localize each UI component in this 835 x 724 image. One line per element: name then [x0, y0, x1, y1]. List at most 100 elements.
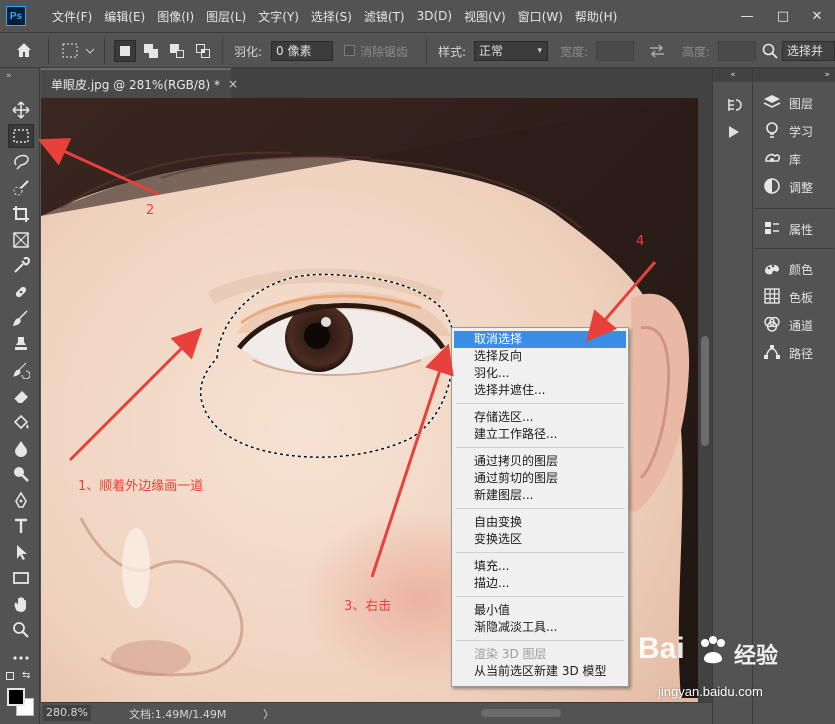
context-menu-item[interactable]: 描边...: [454, 575, 626, 592]
menu-help[interactable]: 帮助(H): [569, 8, 623, 25]
feather-input[interactable]: 0 像素: [271, 41, 333, 61]
height-input[interactable]: [718, 41, 756, 61]
new-selection-button[interactable]: [114, 40, 136, 62]
panel-color[interactable]: 颜色: [753, 256, 835, 282]
adjustments-icon: [763, 177, 781, 198]
dock-collapse-icon[interactable]: »: [753, 68, 835, 82]
frame-tool-icon[interactable]: [8, 228, 34, 252]
menu-layer[interactable]: 图层(L): [200, 8, 252, 25]
maximize-button[interactable]: □: [768, 0, 798, 32]
color-swatches[interactable]: ⇆: [6, 670, 36, 720]
history-brush-tool-icon[interactable]: [8, 358, 34, 382]
path-selection-tool-icon[interactable]: [8, 540, 34, 564]
search-icon[interactable]: [762, 43, 778, 62]
crop-tool-icon[interactable]: [8, 202, 34, 226]
status-menu-arrow[interactable]: 〉: [263, 706, 274, 722]
panel-swatches[interactable]: 色板: [753, 284, 835, 310]
panel-channels[interactable]: 通道: [753, 312, 835, 338]
collapse-tools-icon[interactable]: »: [6, 71, 12, 81]
minimize-button[interactable]: —: [732, 0, 762, 32]
panel-collapse-icon[interactable]: «: [713, 68, 753, 82]
brush-tool-icon[interactable]: [8, 306, 34, 330]
foreground-color-swatch[interactable]: [7, 688, 25, 706]
rectangle-tool-icon[interactable]: [8, 566, 34, 590]
close-button[interactable]: ✕: [802, 0, 832, 32]
antialias-checkbox[interactable]: [344, 45, 355, 56]
history-icon[interactable]: [725, 96, 743, 117]
zoom-tool-icon[interactable]: [8, 618, 34, 642]
menu-file[interactable]: 文件(F): [46, 8, 98, 25]
status-bar: 280.8% 文档:1.49M/1.49M 〉: [41, 702, 712, 724]
blur-tool-icon[interactable]: [8, 436, 34, 460]
healing-brush-tool-icon[interactable]: [8, 280, 34, 304]
lasso-tool-icon[interactable]: [8, 150, 34, 174]
panel-properties[interactable]: 属性: [753, 216, 835, 242]
context-menu-item[interactable]: 选择反向: [454, 348, 626, 365]
pen-tool-icon[interactable]: [8, 488, 34, 512]
marquee-preset-icon[interactable]: [60, 41, 96, 64]
menu-edit[interactable]: 编辑(E): [98, 8, 151, 25]
document-tab[interactable]: 单眼皮.jpg @ 281%(RGB/8) * ×: [41, 68, 238, 98]
context-menu-item[interactable]: 填充...: [454, 558, 626, 575]
swap-icon[interactable]: [648, 43, 666, 62]
context-menu-item[interactable]: 新建图层...: [454, 487, 626, 504]
libraries-icon: [763, 149, 781, 170]
panel-libraries[interactable]: 库: [753, 146, 835, 172]
type-tool-icon[interactable]: [8, 514, 34, 538]
context-menu-item[interactable]: 存储选区...: [454, 409, 626, 426]
watermark-suffix: 经验: [734, 644, 779, 669]
context-menu-item[interactable]: 羽化...: [454, 365, 626, 382]
context-menu-item[interactable]: 通过剪切的图层: [454, 470, 626, 487]
panel-adjustments[interactable]: 调整: [753, 174, 835, 200]
options-bar: 羽化: 0 像素 消除锯齿 样式: 正常 ▾ 宽度: 高度: 选择并: [0, 32, 835, 68]
vertical-scrollbar[interactable]: [698, 98, 712, 702]
document-size[interactable]: 文档:1.49M/1.49M: [129, 706, 226, 722]
marquee-tool-icon[interactable]: [8, 124, 34, 148]
menu-filter[interactable]: 滤镜(T): [358, 8, 411, 25]
context-menu-item[interactable]: 最小值: [454, 602, 626, 619]
dodge-tool-icon[interactable]: [8, 462, 34, 486]
scrollbar-thumb[interactable]: [701, 336, 709, 446]
menu-image[interactable]: 图像(I): [151, 8, 200, 25]
more-tools-icon[interactable]: [8, 646, 34, 670]
select-and-mask-button[interactable]: 选择并: [782, 41, 835, 61]
context-menu-item[interactable]: 自由变换: [454, 514, 626, 531]
menu-3d[interactable]: 3D(D): [411, 9, 458, 23]
menu-select[interactable]: 选择(S): [305, 8, 358, 25]
paint-bucket-tool-icon[interactable]: [8, 410, 34, 434]
context-menu-item[interactable]: 从当前选区新建 3D 模型: [454, 663, 626, 680]
context-menu-item[interactable]: 选择并遮住...: [454, 382, 626, 399]
context-menu-item[interactable]: 渐隐减淡工具...: [454, 619, 626, 636]
context-menu-item[interactable]: 取消选择: [454, 331, 626, 348]
width-input[interactable]: [596, 41, 634, 61]
panel-learn[interactable]: 学习: [753, 118, 835, 144]
default-colors-icon[interactable]: [6, 672, 14, 680]
eyedropper-tool-icon[interactable]: [8, 254, 34, 278]
intersect-selection-button[interactable]: [192, 40, 214, 62]
menu-type[interactable]: 文字(Y): [252, 8, 305, 25]
context-menu-item[interactable]: 建立工作路径...: [454, 426, 626, 443]
zoom-level[interactable]: 280.8%: [43, 705, 91, 721]
learn-icon: [763, 121, 781, 142]
horizontal-scrollbar-thumb[interactable]: [481, 709, 561, 717]
menu-view[interactable]: 视图(V): [458, 8, 512, 25]
home-icon[interactable]: [14, 40, 34, 63]
move-tool-icon[interactable]: [8, 98, 34, 122]
close-tab-icon[interactable]: ×: [228, 77, 238, 91]
quick-selection-tool-icon[interactable]: [8, 176, 34, 200]
play-actions-icon[interactable]: [727, 124, 741, 143]
hand-tool-icon[interactable]: [8, 592, 34, 616]
panel-layers[interactable]: 图层: [753, 90, 835, 116]
context-menu-item[interactable]: 变换选区: [454, 531, 626, 548]
swap-colors-icon[interactable]: ⇆: [22, 670, 30, 681]
panel-divider: [755, 208, 834, 209]
add-selection-button[interactable]: [140, 40, 162, 62]
style-select[interactable]: 正常 ▾: [474, 41, 548, 61]
clone-stamp-tool-icon[interactable]: [8, 332, 34, 356]
context-menu-item[interactable]: 通过拷贝的图层: [454, 453, 626, 470]
eraser-tool-icon[interactable]: [8, 384, 34, 408]
subtract-selection-button[interactable]: [166, 40, 188, 62]
menu-window[interactable]: 窗口(W): [512, 8, 569, 25]
panel-paths[interactable]: 路径: [753, 340, 835, 366]
style-label: 样式:: [438, 45, 467, 59]
